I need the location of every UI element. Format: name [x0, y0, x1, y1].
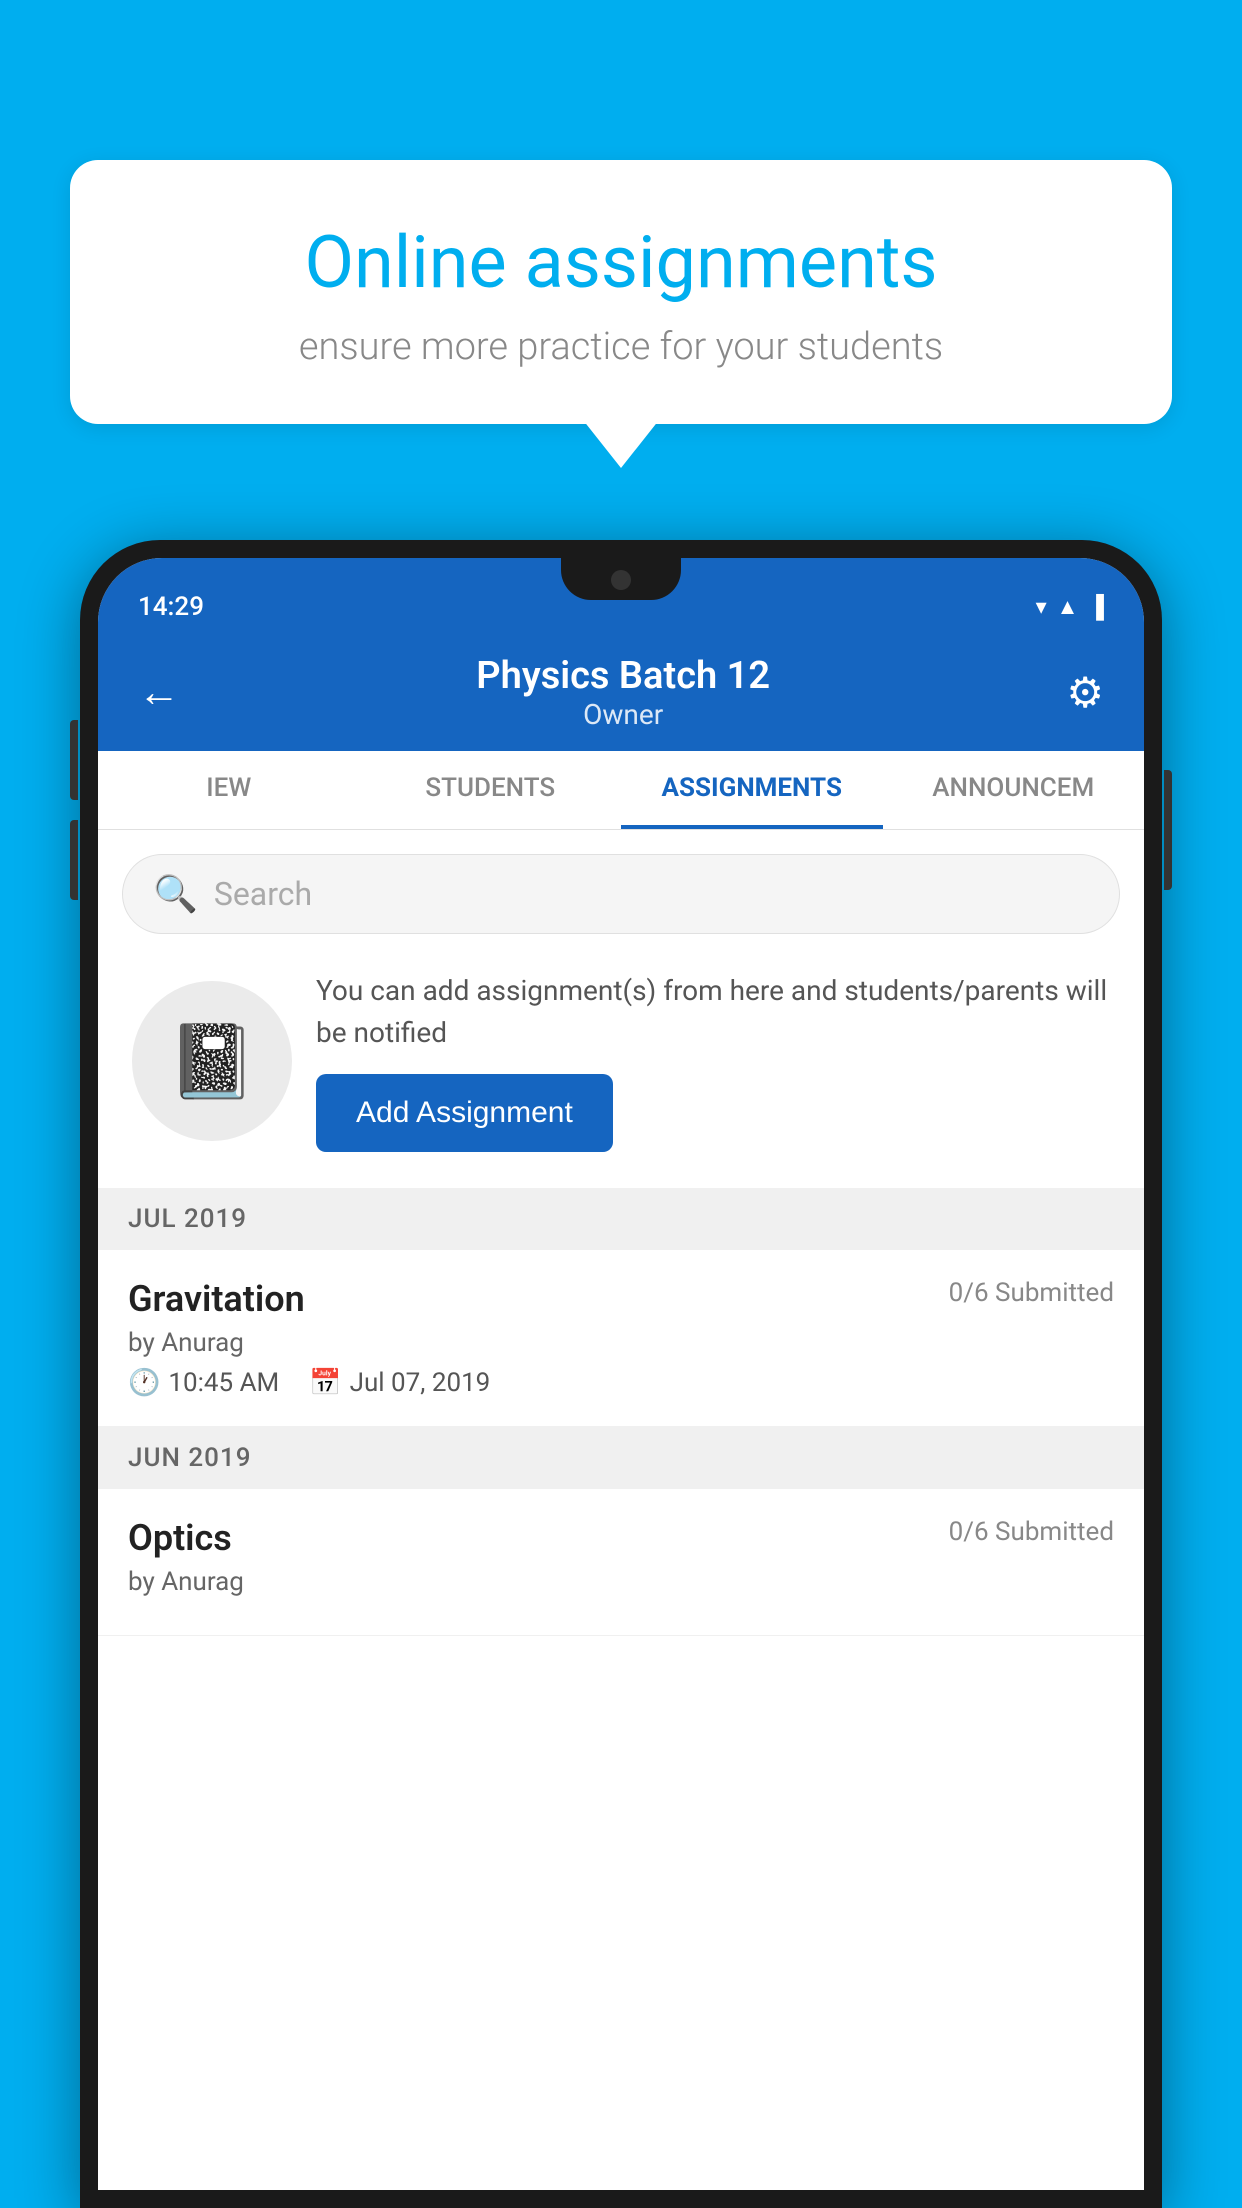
tab-students[interactable]: STUDENTS	[360, 751, 622, 829]
power-button	[1164, 770, 1172, 890]
assignment-optics-name: Optics	[128, 1517, 232, 1559]
speech-bubble: Online assignments ensure more practice …	[70, 160, 1172, 424]
assignment-gravitation-name: Gravitation	[128, 1278, 305, 1320]
speech-bubble-container: Online assignments ensure more practice …	[70, 160, 1172, 424]
tab-announcements[interactable]: ANNOUNCEM	[883, 751, 1145, 829]
assignment-icon-circle: 📓	[132, 981, 292, 1141]
signal-icon: ▲	[1057, 594, 1079, 620]
info-description: You can add assignment(s) from here and …	[316, 970, 1110, 1054]
gravitation-time-value: 10:45 AM	[168, 1368, 279, 1398]
search-icon: 🔍	[153, 873, 198, 915]
assignment-optics-submitted: 0/6 Submitted	[949, 1517, 1114, 1547]
info-text-area: You can add assignment(s) from here and …	[316, 970, 1110, 1152]
assignment-gravitation-time: 🕐 10:45 AM	[128, 1368, 279, 1398]
settings-icon[interactable]: ⚙	[1066, 668, 1104, 718]
assignment-gravitation-top: Gravitation 0/6 Submitted	[128, 1278, 1114, 1320]
add-assignment-button[interactable]: Add Assignment	[316, 1074, 613, 1152]
gravitation-date-value: Jul 07, 2019	[350, 1368, 491, 1398]
assignment-gravitation-submitted: 0/6 Submitted	[949, 1278, 1114, 1308]
app-header: ← Physics Batch 12 Owner ⚙	[98, 638, 1144, 751]
volume-down-button	[70, 820, 78, 900]
assignment-gravitation-by: by Anurag	[128, 1328, 1114, 1358]
assignment-gravitation[interactable]: Gravitation 0/6 Submitted by Anurag 🕐 10…	[98, 1250, 1144, 1427]
wifi-icon: ▾	[1036, 595, 1047, 620]
header-title: Physics Batch 12	[476, 654, 770, 698]
tab-iew[interactable]: IEW	[98, 751, 360, 829]
assignment-optics-by: by Anurag	[128, 1567, 1114, 1597]
calendar-icon: 📅	[309, 1368, 341, 1398]
notebook-icon: 📓	[167, 1019, 257, 1104]
content-area: 🔍 Search 📓 You can add assignment(s) fro…	[98, 830, 1144, 2190]
search-placeholder: Search	[214, 875, 312, 913]
phone-frame: 14:29 ▾ ▲ ▐ ← Physics Batch 12 Owner ⚙ I…	[80, 540, 1162, 2208]
header-center: Physics Batch 12 Owner	[476, 654, 770, 731]
section-jul-2019: JUL 2019	[98, 1188, 1144, 1250]
info-card: 📓 You can add assignment(s) from here an…	[122, 950, 1120, 1172]
bubble-subtitle: ensure more practice for your students	[140, 325, 1102, 369]
battery-icon: ▐	[1088, 594, 1104, 620]
bubble-title: Online assignments	[140, 220, 1102, 305]
tab-assignments[interactable]: ASSIGNMENTS	[621, 751, 883, 829]
clock-icon: 🕐	[128, 1368, 160, 1398]
notch	[561, 558, 681, 600]
assignment-gravitation-meta: 🕐 10:45 AM 📅 Jul 07, 2019	[128, 1368, 1114, 1398]
assignment-gravitation-date: 📅 Jul 07, 2019	[309, 1368, 490, 1398]
status-icons: ▾ ▲ ▐	[1036, 594, 1104, 620]
section-jun-2019: JUN 2019	[98, 1427, 1144, 1489]
assignment-optics[interactable]: Optics 0/6 Submitted by Anurag	[98, 1489, 1144, 1636]
assignment-optics-top: Optics 0/6 Submitted	[128, 1517, 1114, 1559]
volume-up-button	[70, 720, 78, 800]
tabs-bar: IEW STUDENTS ASSIGNMENTS ANNOUNCEM	[98, 751, 1144, 830]
status-bar: 14:29 ▾ ▲ ▐	[98, 558, 1144, 638]
status-time: 14:29	[138, 592, 204, 622]
search-bar[interactable]: 🔍 Search	[122, 854, 1120, 934]
camera	[611, 570, 631, 590]
phone-screen: 14:29 ▾ ▲ ▐ ← Physics Batch 12 Owner ⚙ I…	[98, 558, 1144, 2190]
back-button[interactable]: ←	[138, 668, 180, 717]
header-subtitle: Owner	[476, 698, 770, 731]
